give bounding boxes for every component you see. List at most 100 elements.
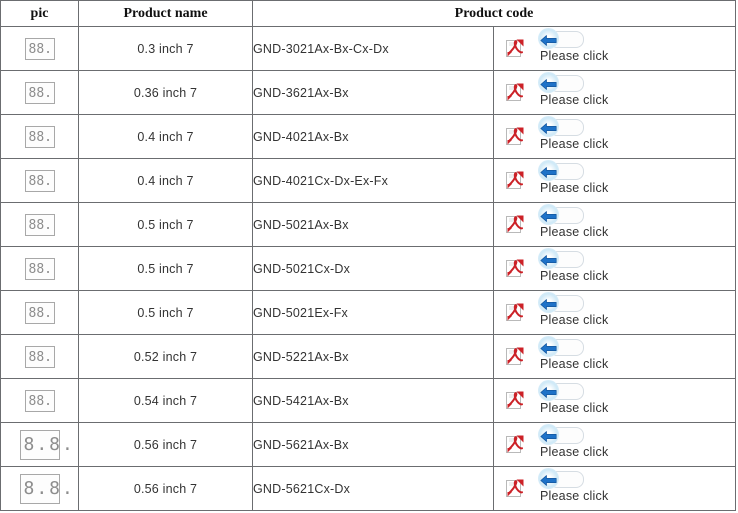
pdf-icon[interactable]	[506, 391, 524, 410]
please-click-label[interactable]: Please click	[540, 269, 608, 283]
seven-segment-display-thumbnail: 8.8.	[19, 429, 73, 460]
column-header-product-code: Product code	[252, 0, 736, 27]
product-name-cell: 0.5 inch 7	[78, 290, 253, 335]
click-toggle-badge[interactable]	[538, 468, 584, 489]
table-row: 88. 0.54 inch 7 GND-5421Ax-Bx Please cli…	[0, 378, 736, 423]
seven-segment-digits: 88.	[28, 129, 52, 145]
datasheet-link[interactable]: Please click	[494, 71, 735, 114]
arrow-left-icon[interactable]	[540, 473, 557, 486]
datasheet-link[interactable]: Please click	[494, 247, 735, 290]
arrow-left-icon[interactable]	[540, 253, 557, 266]
pdf-icon[interactable]	[506, 171, 524, 190]
please-click-label[interactable]: Please click	[540, 181, 608, 195]
pdf-icon[interactable]	[506, 303, 524, 322]
pdf-icon[interactable]	[506, 479, 524, 498]
seven-segment-digits: 88.	[28, 349, 52, 365]
product-thumbnail-cell: 88.	[0, 114, 79, 159]
table-row: 88. 0.36 inch 7 GND-3621Ax-Bx Please cli…	[0, 70, 736, 115]
product-datasheet-cell[interactable]: Please click	[493, 378, 736, 423]
table-row: 88. 0.4 inch 7 GND-4021Ax-Bx Please clic…	[0, 114, 736, 159]
pdf-icon[interactable]	[506, 39, 524, 58]
product-code-cell: GND-5021Ax-Bx	[252, 202, 494, 247]
product-datasheet-cell[interactable]: Please click	[493, 26, 736, 71]
seven-segment-display-thumbnail: 88.	[24, 81, 55, 104]
pdf-icon[interactable]	[506, 127, 524, 146]
click-toggle-badge[interactable]	[538, 336, 584, 357]
click-toggle-badge[interactable]	[538, 72, 584, 93]
product-datasheet-cell[interactable]: Please click	[493, 70, 736, 115]
arrow-left-icon[interactable]	[540, 297, 557, 310]
pdf-icon[interactable]	[506, 215, 524, 234]
seven-segment-display-thumbnail: 88.	[24, 257, 55, 280]
seven-segment-digits: 88.	[28, 393, 52, 409]
product-datasheet-cell[interactable]: Please click	[493, 466, 736, 511]
arrow-left-icon[interactable]	[540, 429, 557, 442]
product-name-cell: 0.54 inch 7	[78, 378, 253, 423]
please-click-label[interactable]: Please click	[540, 225, 608, 239]
arrow-left-icon[interactable]	[540, 121, 557, 134]
seven-segment-digits: 8.8.	[23, 477, 75, 499]
pdf-icon[interactable]	[506, 83, 524, 102]
datasheet-link[interactable]: Please click	[494, 291, 735, 334]
click-toggle-badge[interactable]	[538, 380, 584, 401]
click-toggle-badge[interactable]	[538, 160, 584, 181]
datasheet-link[interactable]: Please click	[494, 335, 735, 378]
seven-segment-display-thumbnail: 88.	[24, 169, 55, 192]
product-datasheet-cell[interactable]: Please click	[493, 246, 736, 291]
seven-segment-display-thumbnail: 88.	[24, 345, 55, 368]
product-datasheet-cell[interactable]: Please click	[493, 422, 736, 467]
datasheet-link[interactable]: Please click	[494, 423, 735, 466]
please-click-label[interactable]: Please click	[540, 137, 608, 151]
product-datasheet-cell[interactable]: Please click	[493, 114, 736, 159]
datasheet-link[interactable]: Please click	[494, 203, 735, 246]
click-toggle-badge[interactable]	[538, 116, 584, 137]
pdf-icon[interactable]	[506, 347, 524, 366]
product-name-cell: 0.4 inch 7	[78, 158, 253, 203]
arrow-left-icon[interactable]	[540, 341, 557, 354]
table-row: 88. 0.3 inch 7 GND-3021Ax-Bx-Cx-Dx Pleas…	[0, 26, 736, 71]
please-click-label[interactable]: Please click	[540, 357, 608, 371]
please-click-label[interactable]: Please click	[540, 313, 608, 327]
product-datasheet-cell[interactable]: Please click	[493, 202, 736, 247]
please-click-label[interactable]: Please click	[540, 93, 608, 107]
please-click-label[interactable]: Please click	[540, 445, 608, 459]
product-thumbnail-cell: 88.	[0, 290, 79, 335]
product-code-cell: GND-5621Ax-Bx	[252, 422, 494, 467]
arrow-left-icon[interactable]	[540, 209, 557, 222]
product-thumbnail-cell: 88.	[0, 70, 79, 115]
table-row: 8.8. 0.56 inch 7 GND-5621Cx-Dx Please cl…	[0, 466, 736, 511]
arrow-left-icon[interactable]	[540, 165, 557, 178]
product-datasheet-cell[interactable]: Please click	[493, 334, 736, 379]
please-click-label[interactable]: Please click	[540, 49, 608, 63]
click-toggle-badge[interactable]	[538, 28, 584, 49]
product-datasheet-cell[interactable]: Please click	[493, 158, 736, 203]
product-name-cell: 0.5 inch 7	[78, 246, 253, 291]
seven-segment-display-thumbnail: 88.	[24, 125, 55, 148]
click-toggle-badge[interactable]	[538, 424, 584, 445]
seven-segment-digits: 88.	[28, 41, 52, 57]
click-toggle-badge[interactable]	[538, 292, 584, 313]
datasheet-link[interactable]: Please click	[494, 467, 735, 510]
product-code-cell: GND-5021Ex-Fx	[252, 290, 494, 335]
pdf-icon[interactable]	[506, 259, 524, 278]
seven-segment-digits: 88.	[28, 85, 52, 101]
datasheet-link[interactable]: Please click	[494, 159, 735, 202]
seven-segment-digits: 88.	[28, 173, 52, 189]
product-code-cell: GND-3021Ax-Bx-Cx-Dx	[252, 26, 494, 71]
table-row: 88. 0.52 inch 7 GND-5221Ax-Bx Please cli…	[0, 334, 736, 379]
click-toggle-badge[interactable]	[538, 248, 584, 269]
arrow-left-icon[interactable]	[540, 385, 557, 398]
datasheet-link[interactable]: Please click	[494, 379, 735, 422]
product-datasheet-cell[interactable]: Please click	[493, 290, 736, 335]
please-click-label[interactable]: Please click	[540, 489, 608, 503]
table-body: 88. 0.3 inch 7 GND-3021Ax-Bx-Cx-Dx Pleas…	[0, 26, 736, 511]
click-toggle-badge[interactable]	[538, 204, 584, 225]
datasheet-link[interactable]: Please click	[494, 115, 735, 158]
arrow-left-icon[interactable]	[540, 77, 557, 90]
arrow-left-icon[interactable]	[540, 33, 557, 46]
datasheet-link[interactable]: Please click	[494, 27, 735, 70]
table-row: 88. 0.4 inch 7 GND-4021Cx-Dx-Ex-Fx Pleas…	[0, 158, 736, 203]
please-click-label[interactable]: Please click	[540, 401, 608, 415]
product-thumbnail-cell: 88.	[0, 334, 79, 379]
pdf-icon[interactable]	[506, 435, 524, 454]
